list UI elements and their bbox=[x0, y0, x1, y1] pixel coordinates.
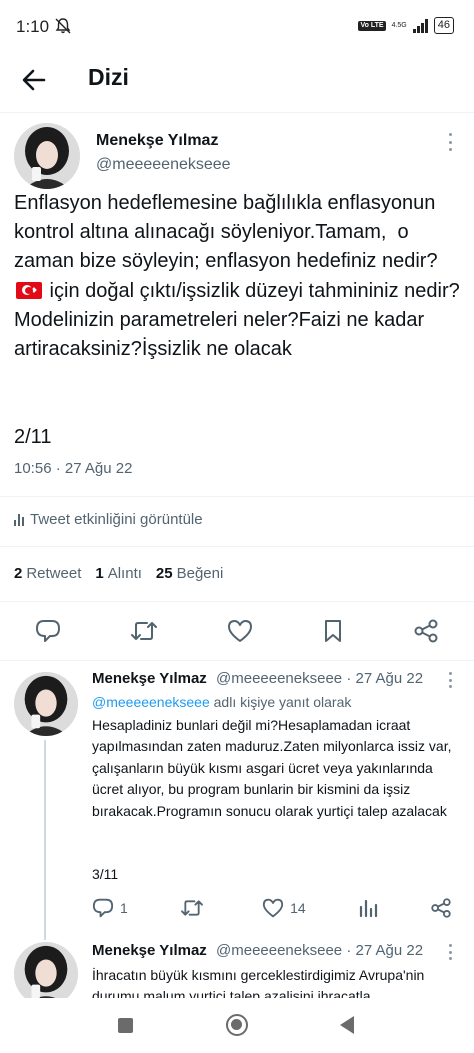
analytics-button[interactable] bbox=[358, 898, 378, 918]
share-nodes-icon bbox=[414, 619, 438, 643]
bar-chart-icon bbox=[359, 899, 377, 918]
reply-button[interactable]: 1 bbox=[92, 898, 128, 918]
page-title: Dizi bbox=[88, 64, 129, 90]
divider bbox=[0, 496, 474, 497]
like-button[interactable]: 14 bbox=[262, 898, 306, 918]
heart-icon bbox=[263, 898, 284, 918]
reply-text: Hesapladiniz bunlari değil mi?Hesaplamad… bbox=[92, 717, 452, 819]
reply-count: 1 bbox=[120, 900, 128, 916]
reply-thread-counter: 3/11 bbox=[92, 866, 119, 882]
reply-button[interactable] bbox=[35, 619, 61, 643]
retweet-arrows-icon bbox=[130, 622, 157, 640]
reply-actions: 1 14 bbox=[92, 896, 452, 920]
like-count: 14 bbox=[290, 900, 306, 916]
retweet-button[interactable] bbox=[130, 619, 158, 643]
divider bbox=[0, 546, 474, 547]
analytics-label: Tweet etkinliğini görüntüle bbox=[30, 511, 203, 528]
mute-bell-icon bbox=[55, 18, 71, 34]
volte-badge: Vo LTE bbox=[358, 20, 386, 31]
system-back-icon[interactable] bbox=[340, 1016, 354, 1034]
thread-line bbox=[44, 740, 46, 940]
bar-chart-icon bbox=[14, 513, 24, 526]
share-nodes-icon bbox=[431, 898, 451, 918]
tweet-text-part-1: Enflasyon hedeflemesine bağlılıkla enfla… bbox=[14, 192, 444, 273]
signal-icon bbox=[412, 18, 428, 33]
author-handle[interactable]: @meeeeenekseee bbox=[96, 156, 231, 174]
avatar[interactable] bbox=[14, 123, 80, 189]
retweet-stat[interactable]: 2 Retweet bbox=[14, 565, 81, 582]
tweet-timestamp[interactable]: 10:56 · 27 Ağu 22 bbox=[14, 460, 132, 477]
avatar[interactable] bbox=[14, 942, 78, 1006]
divider bbox=[0, 660, 474, 661]
share-button[interactable] bbox=[430, 898, 452, 918]
divider bbox=[0, 601, 474, 602]
more-vertical-icon[interactable] bbox=[447, 944, 453, 960]
speech-bubble-icon bbox=[92, 898, 114, 918]
replying-to: @meeeeenekseee adlı kişiye yanıt olarak bbox=[92, 694, 352, 710]
battery-level: 46 bbox=[433, 17, 454, 34]
header-divider bbox=[0, 112, 474, 113]
tweet-text-part-2: için doğal çıktı/işsizlik düzeyi tahmini… bbox=[14, 279, 466, 361]
thread-counter: 2/11 bbox=[14, 426, 52, 448]
like-button[interactable] bbox=[227, 619, 253, 643]
like-stat[interactable]: 25 Beğeni bbox=[156, 565, 223, 582]
status-time: 1:10 bbox=[16, 17, 50, 36]
share-button[interactable] bbox=[413, 619, 439, 643]
recents-icon[interactable] bbox=[118, 1018, 133, 1033]
quote-stat[interactable]: 1 Alıntı bbox=[95, 565, 142, 582]
tweet-actions bbox=[0, 616, 474, 646]
more-vertical-icon[interactable] bbox=[447, 133, 453, 151]
avatar[interactable] bbox=[14, 672, 78, 736]
tweet-stats: 2 Retweet 1 Alıntı 25 Beğeni bbox=[14, 565, 223, 582]
reply-author-name[interactable]: Menekşe Yılmaz bbox=[92, 942, 207, 959]
turkey-flag-icon bbox=[16, 281, 42, 299]
retweet-arrows-icon bbox=[181, 900, 203, 916]
tweet-analytics-link[interactable]: Tweet etkinliğini görüntüle bbox=[14, 511, 203, 528]
reply-handle-date[interactable]: @meeeeenekseee · 27 Ağu 22 bbox=[216, 670, 423, 687]
reply-to-handle-link[interactable]: @meeeeenekseee bbox=[92, 694, 210, 710]
bookmark-icon bbox=[325, 620, 342, 642]
reply-text: İhracatın büyük kısmını gerceklestirdigi… bbox=[92, 967, 425, 998]
heart-icon bbox=[227, 620, 252, 642]
tweet-text: Enflasyon hedeflemesine bağlılıkla enfla… bbox=[14, 189, 464, 364]
retweet-button[interactable] bbox=[180, 898, 210, 918]
author-name[interactable]: Menekşe Yılmaz bbox=[96, 132, 218, 150]
arrow-left-icon[interactable] bbox=[20, 66, 48, 94]
speech-bubble-icon bbox=[35, 620, 60, 642]
reply-handle-date[interactable]: @meeeeenekseee · 27 Ağu 22 bbox=[216, 942, 423, 959]
network-type: 4.5G bbox=[391, 21, 407, 29]
top-app-bar: Dizi bbox=[0, 52, 474, 108]
reply-author-name[interactable]: Menekşe Yılmaz bbox=[92, 670, 207, 687]
home-icon[interactable] bbox=[226, 1014, 248, 1036]
more-vertical-icon[interactable] bbox=[447, 672, 453, 688]
bookmark-button[interactable] bbox=[322, 619, 344, 643]
status-bar: 1:10 Vo LTE 4.5G 46 bbox=[0, 0, 474, 52]
system-nav-bar bbox=[0, 998, 474, 1053]
